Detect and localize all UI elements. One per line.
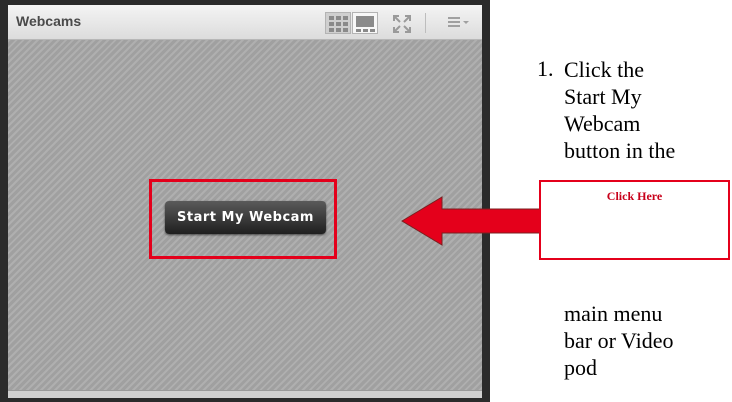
pod-menu-icon[interactable]: [448, 15, 470, 29]
step-number: 1.: [537, 56, 554, 81]
click-here-callout: Click Here: [539, 180, 730, 260]
red-arrow-icon: [401, 196, 541, 246]
step-line: bar or Video: [564, 328, 674, 353]
thumb-icon: [370, 29, 375, 32]
fullscreen-icon[interactable]: [392, 14, 412, 34]
pod-footer: [8, 390, 482, 398]
grid-cell-icon: [329, 28, 334, 32]
step-line: Click the: [564, 57, 645, 82]
step-text-continued: main menu bar or Video pod: [564, 300, 724, 381]
step-line: button in the: [564, 138, 676, 163]
single-view-icon: [356, 16, 374, 27]
grid-cell-icon: [343, 22, 348, 26]
thumb-icon: [363, 29, 368, 32]
single-view-button[interactable]: [352, 12, 378, 34]
grid-cell-icon: [343, 16, 348, 20]
grid-cell-icon: [336, 28, 341, 32]
step-line: Webcam: [564, 111, 641, 136]
grid-cell-icon: [343, 28, 348, 32]
start-my-webcam-button[interactable]: Start My Webcam: [165, 201, 326, 234]
pod-title: Webcams: [16, 13, 82, 29]
thumb-icon: [356, 29, 361, 32]
pod-header: Webcams: [8, 5, 482, 40]
step-line: pod: [564, 355, 597, 380]
header-divider: [425, 13, 426, 33]
step-line: Start My: [564, 84, 642, 109]
grid-cell-icon: [329, 16, 334, 20]
grid-cell-icon: [329, 22, 334, 26]
grid-cell-icon: [336, 22, 341, 26]
grid-view-button[interactable]: [325, 12, 351, 34]
step-line: main menu: [564, 301, 663, 326]
step-text: Click the Start My Webcam button in the: [564, 56, 724, 164]
click-here-label: Click Here: [606, 189, 663, 203]
grid-cell-icon: [336, 16, 341, 20]
